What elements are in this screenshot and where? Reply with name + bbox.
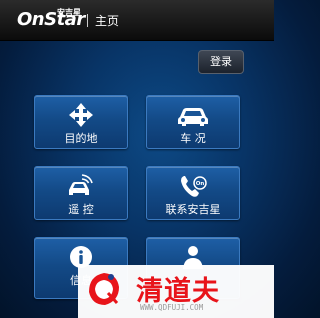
page-title: 主页: [95, 14, 120, 28]
destination-tile[interactable]: 目的地: [34, 95, 128, 149]
contact-onstar-label: 联系安吉星: [165, 203, 221, 216]
app-header: OnStar 安吉星 主页: [0, 0, 274, 41]
contact-onstar-tile[interactable]: On 联系安吉星: [146, 166, 240, 220]
phone-icon: On: [181, 176, 207, 197]
watermark-url: WWW.QDFUJI.COM: [140, 303, 204, 312]
logo-chinese-name: 安吉星: [57, 8, 81, 17]
vehicle-status-tile[interactable]: 车 况: [146, 95, 240, 149]
car-icon: [178, 108, 208, 126]
svg-text:On: On: [196, 181, 205, 187]
header-divider: [87, 14, 88, 27]
remote-control-tile[interactable]: 遥 控: [34, 166, 128, 220]
onstar-logo: OnStar 安吉星: [17, 8, 95, 35]
watermark-logo-icon: [89, 273, 119, 305]
login-button[interactable]: 登录: [198, 50, 244, 74]
remote-control-label: 遥 控: [68, 203, 94, 216]
destination-label: 目的地: [64, 132, 98, 145]
remote-control-icon: [69, 174, 93, 195]
destination-icon: [69, 103, 93, 127]
watermark: 清道夫 WWW.QDFUJI.COM: [78, 265, 274, 318]
vehicle-status-label: 车 况: [180, 132, 206, 145]
